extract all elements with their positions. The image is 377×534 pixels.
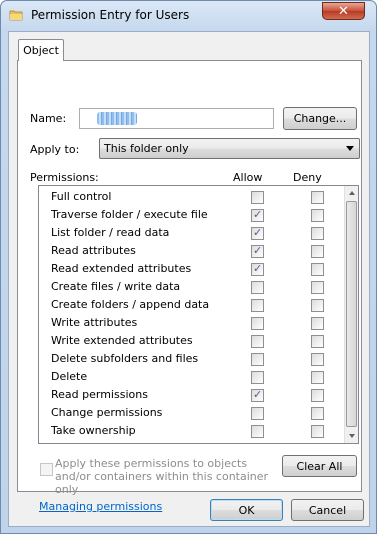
deny-checkbox[interactable] bbox=[311, 191, 324, 204]
cancel-button[interactable]: Cancel bbox=[291, 499, 364, 521]
clear-all-button[interactable]: Clear All bbox=[282, 455, 357, 477]
scroll-up-button[interactable] bbox=[345, 186, 358, 200]
allow-checkbox[interactable] bbox=[251, 244, 264, 258]
allow-checkbox[interactable] bbox=[251, 208, 264, 222]
permission-label: Delete bbox=[51, 370, 88, 383]
deny-checkbox[interactable] bbox=[311, 407, 324, 420]
permission-label: Create folders / append data bbox=[51, 298, 210, 311]
allow-checkbox[interactable] bbox=[251, 299, 264, 312]
permission-label: Write attributes bbox=[51, 316, 138, 329]
deny-checkbox[interactable] bbox=[311, 263, 324, 276]
folder-icon bbox=[9, 10, 23, 21]
dialog-client: Object Name: Change... Apply to: This fo… bbox=[8, 31, 370, 527]
permission-label: Create files / write data bbox=[51, 280, 181, 293]
allow-checkbox[interactable] bbox=[251, 425, 264, 438]
name-field[interactable] bbox=[79, 108, 274, 129]
dialog-window: Permission Entry for Users ✕ Object Name… bbox=[0, 0, 377, 534]
permission-label: Read attributes bbox=[51, 244, 136, 257]
allow-checkbox[interactable] bbox=[251, 317, 264, 330]
close-button[interactable]: ✕ bbox=[322, 2, 365, 20]
close-icon: ✕ bbox=[338, 3, 349, 19]
permission-label: Delete subfolders and files bbox=[51, 352, 199, 365]
permissions-label: Permissions: bbox=[30, 171, 99, 184]
tab-object-label: Object bbox=[23, 44, 59, 57]
permission-row: Delete bbox=[39, 368, 345, 386]
apply-to-children-checkbox[interactable] bbox=[40, 463, 53, 476]
permission-label: Full control bbox=[51, 190, 112, 203]
tab-panel: Name: Change... Apply to: This folder on… bbox=[17, 60, 362, 513]
apply-to-children-label: Apply these permissions to objects and/o… bbox=[55, 457, 269, 496]
allow-checkbox[interactable] bbox=[251, 262, 264, 276]
deny-checkbox[interactable] bbox=[311, 353, 324, 366]
apply-to-value: This folder only bbox=[104, 142, 189, 155]
name-label: Name: bbox=[30, 112, 67, 125]
managing-permissions-link[interactable]: Managing permissions bbox=[39, 500, 162, 513]
permission-row: Delete subfolders and files bbox=[39, 350, 345, 368]
deny-checkbox[interactable] bbox=[311, 425, 324, 438]
allow-checkbox[interactable] bbox=[251, 388, 264, 402]
allow-checkbox[interactable] bbox=[251, 407, 264, 420]
permission-row: Create files / write data bbox=[39, 278, 345, 296]
allow-checkbox[interactable] bbox=[251, 191, 264, 204]
deny-checkbox[interactable] bbox=[311, 281, 324, 294]
ok-button[interactable]: OK bbox=[210, 499, 283, 521]
allow-checkbox[interactable] bbox=[251, 335, 264, 348]
vertical-scrollbar[interactable] bbox=[344, 186, 358, 443]
permission-row: Read attributes bbox=[39, 242, 345, 260]
deny-column-header: Deny bbox=[293, 171, 322, 184]
deny-checkbox[interactable] bbox=[311, 227, 324, 240]
scroll-down-button[interactable] bbox=[345, 429, 358, 443]
chevron-down-icon bbox=[346, 146, 354, 151]
permission-row: Traverse folder / execute file bbox=[39, 206, 345, 224]
apply-to-label: Apply to: bbox=[30, 143, 80, 156]
redacted-name bbox=[97, 112, 137, 125]
allow-column-header: Allow bbox=[233, 171, 263, 184]
permission-row: Change permissions bbox=[39, 404, 345, 422]
title-bar[interactable]: Permission Entry for Users ✕ bbox=[1, 1, 376, 31]
permission-row: Full control bbox=[39, 188, 345, 206]
deny-checkbox[interactable] bbox=[311, 317, 324, 330]
scroll-thumb[interactable] bbox=[346, 201, 357, 427]
deny-checkbox[interactable] bbox=[311, 245, 324, 258]
permission-row: Read permissions bbox=[39, 386, 345, 404]
allow-checkbox[interactable] bbox=[251, 353, 264, 366]
permissions-list: Full control Traverse folder / execute fi… bbox=[38, 185, 359, 444]
permission-row: Create folders / append data bbox=[39, 296, 345, 314]
permission-label: Change permissions bbox=[51, 406, 163, 419]
permission-row: List folder / read data bbox=[39, 224, 345, 242]
arrow-down-icon bbox=[348, 434, 355, 438]
allow-checkbox[interactable] bbox=[251, 226, 264, 240]
deny-checkbox[interactable] bbox=[311, 299, 324, 312]
allow-checkbox[interactable] bbox=[251, 371, 264, 384]
arrow-up-icon bbox=[348, 191, 355, 195]
window-title: Permission Entry for Users bbox=[31, 8, 190, 22]
permission-label: Read extended attributes bbox=[51, 262, 192, 275]
deny-checkbox[interactable] bbox=[311, 209, 324, 222]
permission-row: Read extended attributes bbox=[39, 260, 345, 278]
permission-label: Take ownership bbox=[51, 424, 136, 437]
deny-checkbox[interactable] bbox=[311, 389, 324, 402]
allow-checkbox[interactable] bbox=[251, 281, 264, 294]
permission-row: Write attributes bbox=[39, 314, 345, 332]
tab-object[interactable]: Object bbox=[18, 39, 64, 61]
apply-to-select[interactable]: This folder only bbox=[99, 138, 360, 159]
permission-label: Write extended attributes bbox=[51, 334, 193, 347]
permission-row: Take ownership bbox=[39, 422, 345, 440]
deny-checkbox[interactable] bbox=[311, 371, 324, 384]
permission-row: Write extended attributes bbox=[39, 332, 345, 350]
permission-label: Read permissions bbox=[51, 388, 148, 401]
change-button[interactable]: Change... bbox=[283, 107, 357, 130]
permission-label: Traverse folder / execute file bbox=[51, 208, 208, 221]
deny-checkbox[interactable] bbox=[311, 335, 324, 348]
permission-label: List folder / read data bbox=[51, 226, 170, 239]
